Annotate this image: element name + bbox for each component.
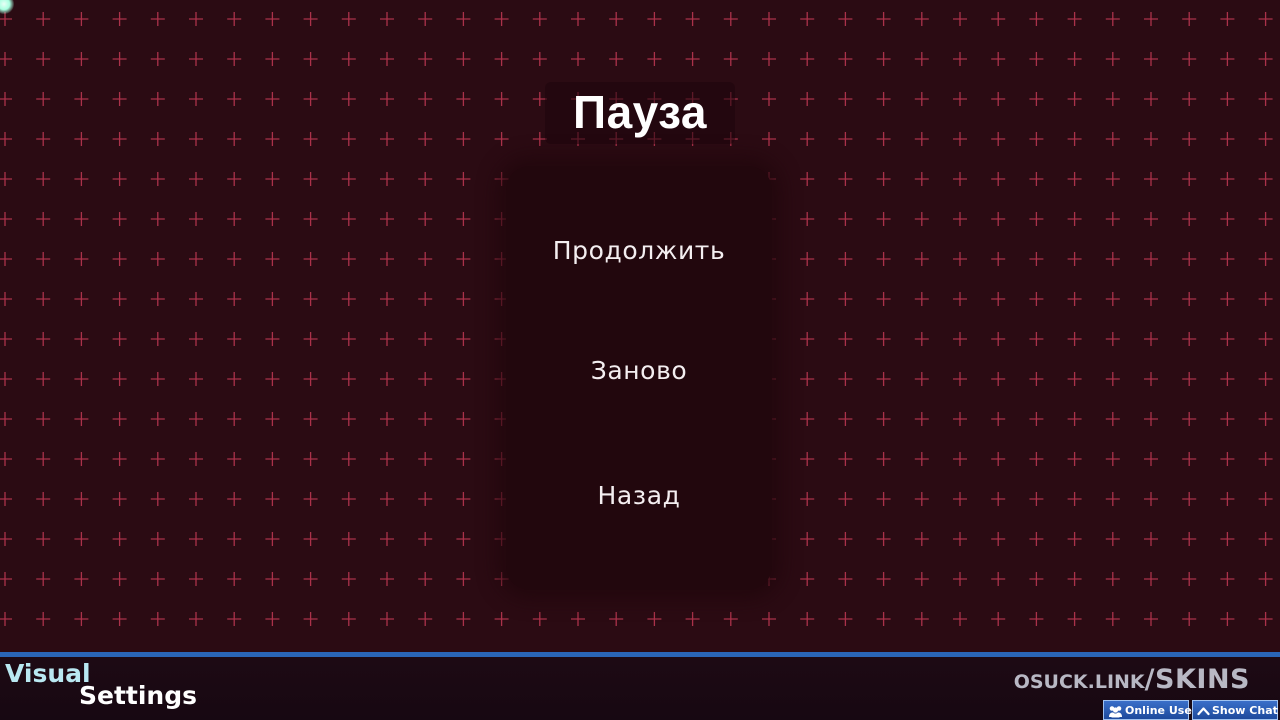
show-chat-button[interactable]: Show Chat: [1192, 700, 1278, 720]
visual-settings-label-line2[interactable]: Settings: [79, 680, 197, 712]
skin-watermark-separator: /: [1144, 664, 1156, 695]
show-chat-label: Show Chat: [1212, 704, 1278, 717]
users-icon: [1109, 705, 1122, 717]
visual-settings-label-line1[interactable]: Visual: [5, 658, 91, 690]
skin-watermark: OSUCK.LINK/SKINS: [1014, 664, 1250, 695]
skin-watermark-suffix: SKINS: [1155, 664, 1250, 695]
skin-watermark-prefix: OSUCK.LINK: [1013, 671, 1145, 693]
chevron-up-icon: [1197, 707, 1210, 716]
online-users-button[interactable]: Online Users: [1103, 700, 1204, 720]
pause-title: Пауза: [573, 86, 707, 138]
continue-button[interactable]: Продолжить: [506, 234, 772, 268]
game-screen: Пауза Продолжить Заново Назад Visual Set…: [0, 0, 1280, 720]
back-button[interactable]: Назад: [506, 479, 772, 513]
bottom-toolbar-accent-line: [0, 652, 1280, 657]
retry-button[interactable]: Заново: [506, 354, 772, 388]
